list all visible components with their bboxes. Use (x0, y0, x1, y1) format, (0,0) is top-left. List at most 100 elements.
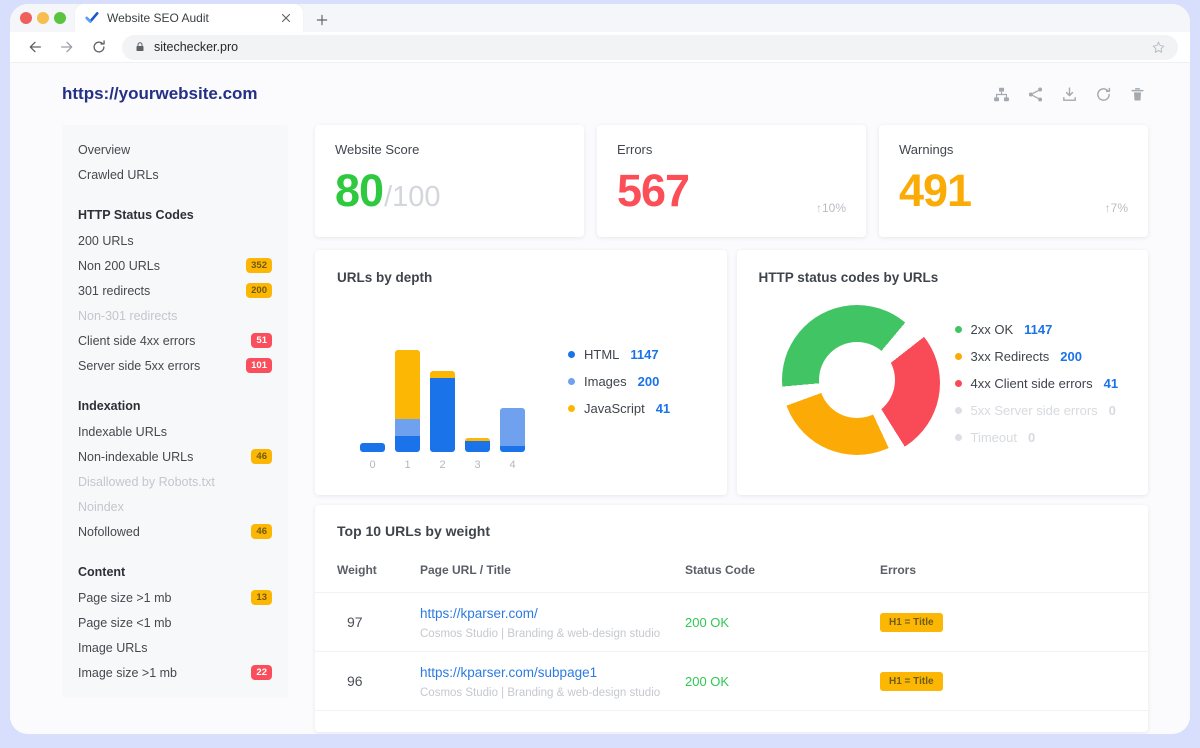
bar-segment-html (395, 436, 420, 452)
url-text: sitechecker.pro (154, 40, 1143, 54)
sidebar-nav: OverviewCrawled URLsHTTP Status Codes200… (62, 125, 288, 698)
sitechecker-favicon-icon (85, 11, 99, 25)
browser-window: Website SEO Audit sitechecker.pro (10, 4, 1190, 734)
sidebar-section-header: Content (78, 560, 272, 585)
header-actions (993, 86, 1146, 103)
sidebar-item-label: Page size <1 mb (78, 616, 171, 630)
sidebar-item-noindex[interactable]: Noindex (78, 494, 272, 519)
legend-label: Images (584, 374, 627, 389)
sidebar-item-server-side-5xx-errors[interactable]: Server side 5xx errors101 (78, 353, 272, 378)
table-row[interactable]: 96https://kparser.com/subpage1Cosmos Stu… (315, 652, 1148, 711)
sidebar-item-disallowed-by-robots-txt[interactable]: Disallowed by Robots.txt (78, 469, 272, 494)
sidebar-item-count-badge: 352 (246, 258, 272, 274)
col-header-weight: Weight (337, 563, 420, 577)
bar-segment-javascript (430, 371, 455, 378)
cell-errors: H1 = Title (880, 612, 1126, 632)
sidebar-item-overview[interactable]: Overview (78, 137, 272, 162)
sidebar-item-count-badge: 200 (246, 283, 272, 299)
legend-value: 200 (1060, 349, 1082, 364)
legend-dot-icon (955, 380, 962, 387)
sidebar-item-label: Page size >1 mb (78, 591, 171, 605)
cell-weight: 96 (337, 673, 420, 689)
bar-x-label: 4 (509, 459, 515, 471)
stat-value: 80 (335, 168, 383, 213)
close-window-button[interactable] (20, 12, 32, 24)
bar-column: 0 (360, 342, 385, 471)
sidebar-item-200-urls[interactable]: 200 URLs (78, 228, 272, 253)
stat-card-warnings: Warnings491↑7% (879, 125, 1148, 237)
tab-title: Website SEO Audit (107, 11, 271, 25)
stats-row: Website Score80/100Errors567↑10%Warnings… (315, 125, 1148, 237)
legend-dot-icon (955, 407, 962, 414)
legend-value: 41 (656, 401, 670, 416)
sidebar-item-label: Noindex (78, 500, 124, 514)
browser-toolbar: sitechecker.pro (10, 32, 1190, 63)
bar-segment-images (500, 408, 525, 446)
legend-dot-icon (955, 326, 962, 333)
sidebar-item-label: Overview (78, 143, 130, 157)
legend-label: HTML (584, 347, 619, 362)
audited-site-url: https://yourwebsite.com (62, 84, 258, 104)
delete-trash-icon[interactable] (1129, 86, 1146, 103)
stat-value-row: 491 (899, 168, 1128, 213)
page-url-link[interactable]: https://kparser.com/ (420, 606, 538, 621)
table-row[interactable]: 97https://kparser.com/Cosmos Studio | Br… (315, 593, 1148, 652)
legend-label: 2xx OK (971, 322, 1014, 337)
window-controls (20, 12, 66, 24)
sidebar-item-301-redirects[interactable]: 301 redirects200 (78, 278, 272, 303)
sidebar-item-label: Nofollowed (78, 525, 140, 539)
stat-label: Warnings (899, 142, 1128, 157)
forward-icon[interactable] (54, 34, 80, 60)
sidebar-item-indexable-urls[interactable]: Indexable URLs (78, 419, 272, 444)
legend-item-javascript: JavaScript41 (568, 401, 670, 416)
zoom-window-button[interactable] (54, 12, 66, 24)
cell-errors: H1 = Title (880, 671, 1126, 691)
cell-weight: 97 (337, 614, 420, 630)
bar-x-label: 0 (369, 459, 375, 471)
sidebar-item-page-size-1-mb[interactable]: Page size <1 mb (78, 610, 272, 635)
bookmark-star-icon[interactable] (1151, 40, 1166, 55)
error-badge: H1 = Title (880, 672, 943, 691)
back-icon[interactable] (22, 34, 48, 60)
close-tab-icon[interactable] (279, 11, 293, 25)
cell-page-url: https://kparser.com/Cosmos Studio | Bran… (420, 605, 685, 640)
legend-label: Timeout (971, 430, 1017, 445)
legend-value: 200 (638, 374, 660, 389)
cell-status-code: 200 OK (685, 674, 880, 689)
sidebar-item-client-side-4xx-errors[interactable]: Client side 4xx errors51 (78, 328, 272, 353)
bar-stack (430, 342, 455, 452)
table-header-row: Weight Page URL / Title Status Code Erro… (315, 563, 1148, 593)
page-url-link[interactable]: https://kparser.com/subpage1 (420, 665, 597, 680)
sidebar-item-non-301-redirects[interactable]: Non-301 redirects (78, 303, 272, 328)
legend-item-5xx-server-side-errors: 5xx Server side errors0 (955, 403, 1119, 418)
sidebar-item-image-urls[interactable]: Image URLs (78, 635, 272, 660)
sidebar-item-label: Non 200 URLs (78, 259, 160, 273)
sidebar-item-non-200-urls[interactable]: Non 200 URLs 352 (78, 253, 272, 278)
sidebar-item-label: Client side 4xx errors (78, 334, 195, 348)
legend-dot-icon (568, 378, 575, 385)
stat-value-suffix: /100 (384, 181, 440, 214)
body-row: OverviewCrawled URLsHTTP Status Codes200… (10, 125, 1190, 732)
new-tab-icon[interactable] (315, 13, 329, 27)
sidebar-item-page-size-1-mb[interactable]: Page size >1 mb13 (78, 585, 272, 610)
bar-x-label: 1 (404, 459, 410, 471)
http-status-codes-card: HTTP status codes by URLs 2xx OK11473xx … (737, 250, 1149, 495)
address-bar[interactable]: sitechecker.pro (122, 35, 1178, 60)
browser-tab[interactable]: Website SEO Audit (75, 4, 303, 32)
bar-stack (465, 342, 490, 452)
bar-segment-html (360, 443, 385, 452)
stat-label: Website Score (335, 142, 564, 157)
sidebar-item-crawled-urls[interactable]: Crawled URLs (78, 162, 272, 187)
sidebar-item-nofollowed[interactable]: Nofollowed46 (78, 519, 272, 544)
minimize-window-button[interactable] (37, 12, 49, 24)
sitemap-icon[interactable] (993, 86, 1010, 103)
bar-chart-legend: HTML1147Images200JavaScript41 (568, 347, 670, 416)
sidebar-item-non-indexable-urls[interactable]: Non-indexable URLs46 (78, 444, 272, 469)
reload-icon[interactable] (86, 34, 112, 60)
share-icon[interactable] (1027, 86, 1044, 103)
refresh-icon[interactable] (1095, 86, 1112, 103)
legend-value: 0 (1028, 430, 1035, 445)
donut-chart-legend: 2xx OK11473xx Redirects2004xx Client sid… (955, 322, 1119, 445)
sidebar-item-image-size-1-mb[interactable]: Image size >1 mb22 (78, 660, 272, 685)
download-icon[interactable] (1061, 86, 1078, 103)
